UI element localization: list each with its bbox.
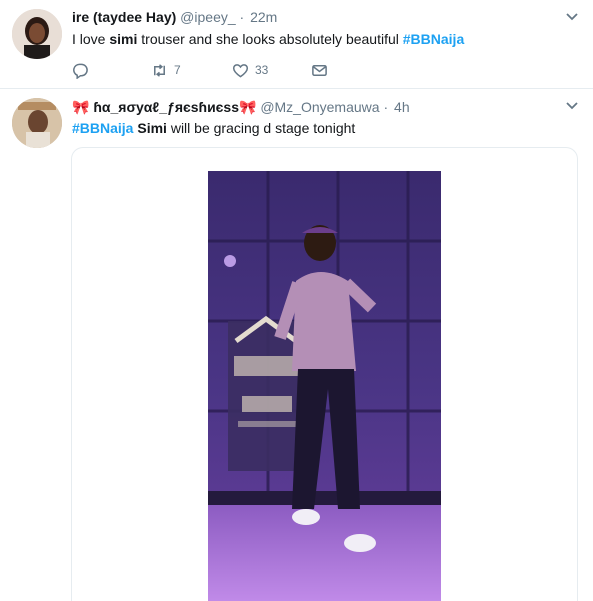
retweet-count: 7 bbox=[174, 63, 181, 77]
like-icon bbox=[232, 63, 249, 78]
caret-down-icon[interactable] bbox=[565, 101, 579, 111]
separator-dot: · bbox=[383, 99, 389, 115]
separator-dot: · bbox=[239, 9, 245, 25]
tweet-item[interactable]: ire (taydee Hay) @ipeey_ · 22m I love si… bbox=[0, 0, 593, 89]
like-button[interactable]: 33 bbox=[232, 60, 268, 80]
retweet-icon bbox=[154, 63, 165, 77]
tweet-header: ire (taydee Hay) @ipeey_ · 22m bbox=[72, 9, 277, 25]
tweet-text: I love simi trouser and she looks absolu… bbox=[72, 30, 464, 48]
retweet-button[interactable]: 7 bbox=[151, 60, 181, 80]
media-card[interactable] bbox=[71, 147, 578, 601]
video-frame bbox=[208, 171, 441, 601]
hashtag-link[interactable]: #BBNaija bbox=[72, 120, 133, 136]
user-fullname[interactable]: ire (taydee Hay) bbox=[72, 9, 176, 25]
tweet-timestamp[interactable]: 4h bbox=[394, 99, 410, 115]
user-handle[interactable]: @Mz_Onyemauwa bbox=[260, 99, 379, 115]
direct-message-icon bbox=[312, 64, 327, 76]
reply-icon bbox=[73, 63, 88, 79]
ribbon-emoji: 🎀 bbox=[72, 99, 90, 115]
tweet-timestamp[interactable]: 22m bbox=[250, 9, 277, 25]
tweet-actions: 7 33 bbox=[72, 60, 372, 80]
tweet-text-segment: I love bbox=[72, 31, 110, 47]
user-fullname[interactable]: ɦα_яσуαℓ_ƒяєѕɦиєѕѕ bbox=[93, 99, 239, 115]
avatar[interactable] bbox=[12, 9, 62, 59]
highlighted-term: simi bbox=[109, 31, 138, 47]
user-handle[interactable]: @ipeey_ bbox=[180, 9, 235, 25]
ribbon-emoji: 🎀 bbox=[238, 99, 257, 115]
tweet-text-segment: will be gracing d stage tonight bbox=[166, 120, 356, 136]
tweet-text: #BBNaija Simi will be gracing d stage to… bbox=[72, 119, 355, 137]
avatar[interactable] bbox=[12, 98, 62, 148]
tweet-item[interactable]: 🎀 ɦα_яσуαℓ_ƒяєѕɦиєѕѕ🎀 @Mz_Onyemauwa · 4h… bbox=[0, 89, 593, 601]
caret-down-icon[interactable] bbox=[565, 12, 579, 22]
tweet-text-segment: trouser and she looks absolutely beautif… bbox=[137, 31, 403, 47]
highlighted-term: Simi bbox=[137, 120, 167, 136]
reply-button[interactable] bbox=[72, 60, 89, 80]
video-player[interactable] bbox=[208, 171, 441, 601]
like-count: 33 bbox=[255, 63, 269, 77]
direct-message-button[interactable] bbox=[311, 60, 328, 80]
tweet-header: 🎀 ɦα_яσуαℓ_ƒяєѕɦиєѕѕ🎀 @Mz_Onyemauwa · 4h bbox=[72, 99, 410, 116]
hashtag-link[interactable]: #BBNaija bbox=[403, 31, 464, 47]
